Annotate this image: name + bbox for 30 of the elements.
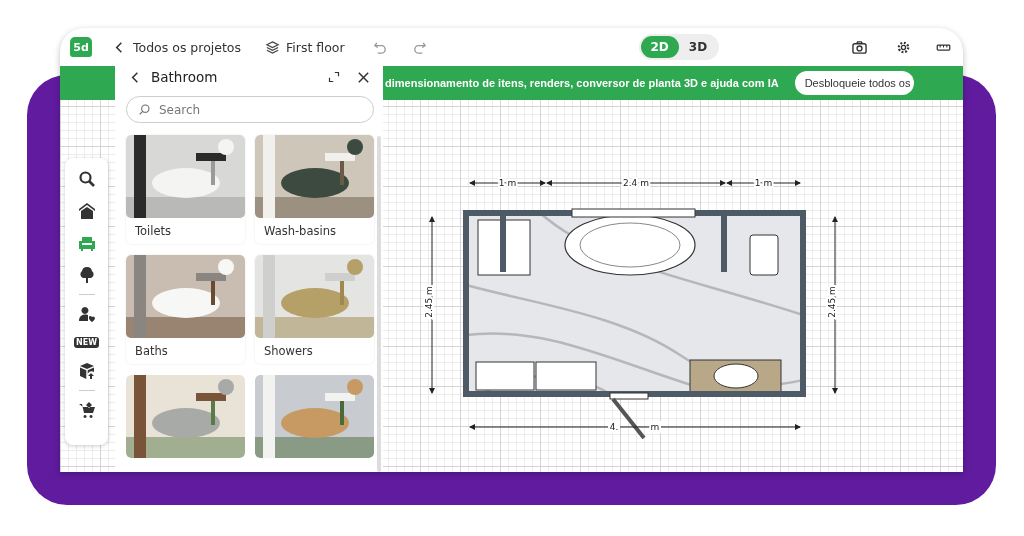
search-icon: [138, 103, 151, 116]
search-field[interactable]: Search: [126, 96, 374, 123]
home-icon[interactable]: [77, 202, 96, 220]
settings-icon[interactable]: [896, 39, 911, 55]
category-card[interactable]: Baths: [126, 255, 245, 364]
category-card[interactable]: Toilets: [126, 135, 245, 244]
camera-icon[interactable]: [851, 39, 868, 55]
scrollbar[interactable]: [377, 136, 381, 472]
category-label: Wash-basins: [263, 223, 337, 240]
tree-icon[interactable]: [77, 266, 96, 284]
category-card[interactable]: Showers: [255, 255, 374, 364]
box-icon[interactable]: [77, 362, 96, 380]
category-label: Toilets: [134, 223, 173, 240]
close-icon[interactable]: [356, 69, 371, 85]
person-icon[interactable]: [77, 305, 96, 323]
new-badge[interactable]: NEW: [74, 337, 99, 348]
panel-title: Bathroom: [151, 69, 218, 85]
back-link[interactable]: Todos os projetos: [133, 39, 242, 55]
category-card[interactable]: Wash-basins: [255, 135, 374, 244]
cart-icon[interactable]: [77, 401, 96, 419]
sofa-icon[interactable]: [77, 234, 96, 252]
expand-icon[interactable]: [328, 71, 340, 83]
floor-selector[interactable]: First floor: [286, 39, 345, 55]
view-mode-tab[interactable]: 3D: [678, 36, 718, 58]
category-label: Showers: [263, 343, 314, 360]
category-label: Baths: [134, 343, 169, 360]
search-icon[interactable]: [77, 170, 96, 188]
layers-icon[interactable]: [265, 39, 281, 55]
unlock-button[interactable]: Desbloqueie todos os: [794, 71, 915, 95]
banner-text: dimensionamento de itens, renders, conversor de planta 3D e ajuda com IA: [385, 77, 779, 89]
